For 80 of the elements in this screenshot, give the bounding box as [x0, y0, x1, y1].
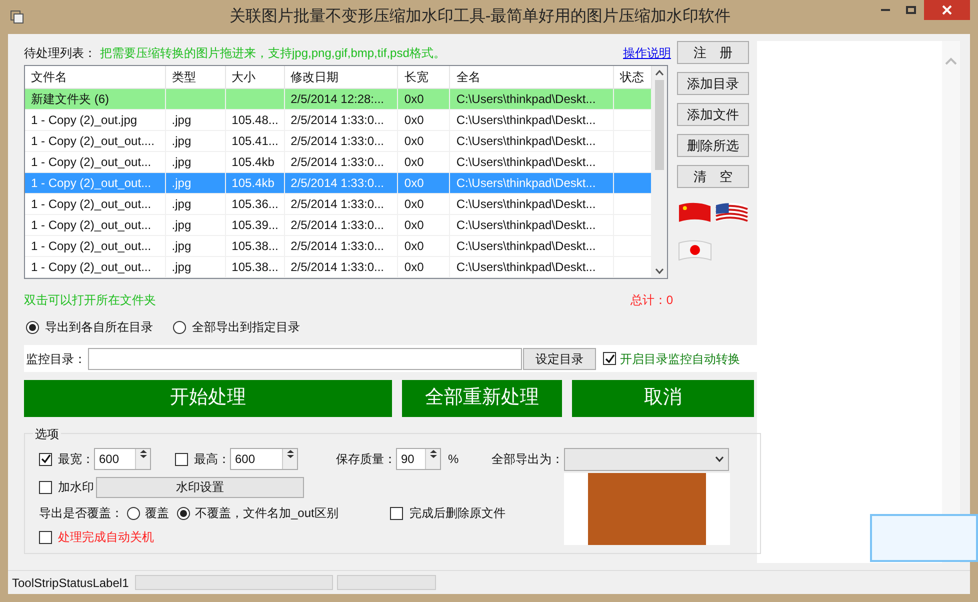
monitor-path-field[interactable] [88, 348, 522, 370]
chevron-down-icon[interactable] [655, 268, 664, 274]
checkbox[interactable] [39, 480, 52, 494]
list-label: 待处理列表： [24, 45, 96, 62]
table-row[interactable]: 新建文件夹 (6) 2/5/2014 12:28:... 0x0 C:\Users\thinkpad\Deskt... [25, 89, 652, 110]
quality-label: 保存质量： [336, 451, 396, 468]
action-button[interactable]: 开始处理 [24, 380, 392, 417]
drop-hint: 把需要压缩转换的图片拖进来，支持jpg,png,gif,bmp,tif,psd格式。 [100, 45, 446, 62]
monitor-label: 监控目录： [26, 350, 86, 368]
table-row[interactable]: 1 - Copy (2)_out_out... .jpg 105.4kb 2/5/2014 1:33:0... 0x0 C:\Users\thinkpad\Deskt... [25, 152, 652, 173]
action-button[interactable]: 全部重新处理 [402, 380, 562, 417]
table-cell: 2/5/2014 1:33:0... [284, 257, 398, 278]
table-row[interactable]: 1 - Copy (2)_out.jpg .jpg 105.48... 2/5/2014 1:33:0... 0x0 C:\Users\thinkpad\Deskt... [25, 110, 652, 131]
watermark-settings-button[interactable]: 水印设置 [96, 476, 304, 498]
column-header[interactable]: 大小 [226, 66, 285, 88]
delete-original-label: 完成后删除原文件 [409, 505, 506, 522]
table-cell: C:\Users\thinkpad\Deskt... [450, 257, 614, 278]
spinner-arrows-icon [282, 449, 297, 469]
side-button[interactable]: 添加文件 [677, 103, 749, 126]
number-field[interactable]: 600 [94, 448, 151, 470]
radio-label: 全部导出到指定目录 [192, 319, 300, 336]
chevron-up-icon[interactable] [655, 70, 664, 76]
side-button[interactable]: 删除所选 [677, 134, 749, 157]
status-label: ToolStripStatusLabel1 [12, 574, 130, 592]
table-cell: .jpg [166, 257, 226, 278]
percent-unit: % [448, 451, 459, 468]
chevron-down-icon [714, 456, 724, 462]
export-as-label: 全部导出为： [492, 451, 564, 468]
action-button[interactable]: 取消 [572, 380, 754, 417]
side-button[interactable]: 添加目录 [677, 72, 749, 95]
table-cell: 105.38... [226, 257, 285, 278]
max-width-label: 最宽： [58, 451, 94, 468]
side-button[interactable]: 清 空 [677, 165, 749, 188]
close-icon [942, 5, 952, 15]
checkbox[interactable] [39, 530, 52, 544]
number-field[interactable]: 90 [396, 448, 441, 470]
watermark-label: 加水印 [58, 479, 94, 496]
spinner-arrows-icon [135, 449, 150, 469]
table-row[interactable]: 1 - Copy (2)_out_out... .jpg 105.38... 2/5/2014 1:33:0... 0x0 C:\Users\thinkpad\Deskt... [25, 257, 652, 278]
max-height-label: 最高： [194, 451, 230, 468]
table-row[interactable]: 1 - Copy (2)_out_out... .jpg 105.36... 2/5/2014 1:33:0... 0x0 C:\Users\thinkpad\Deskt... [25, 194, 652, 215]
column-header[interactable]: 全名 [450, 66, 614, 88]
overwrite-label: 导出是否覆盖： [39, 505, 123, 522]
checkbox[interactable] [390, 506, 404, 520]
radio-button[interactable] [173, 320, 186, 334]
radio-label: 导出到各自所在目录 [45, 319, 153, 336]
column-header[interactable]: 类型 [166, 66, 226, 88]
table-row[interactable]: 1 - Copy (2)_out_out... .jpg 105.38... 2/5/2014 1:33:0... 0x0 C:\Users\thinkpad\Deskt... [25, 236, 652, 257]
app-icon [10, 10, 24, 24]
group-legend: 选项 [33, 425, 61, 443]
spinner-arrows-icon [425, 449, 440, 469]
auto-convert-label: 开启目录监控自动转换 [620, 350, 740, 368]
radio-button[interactable] [26, 320, 39, 334]
table-row[interactable]: 1 - Copy (2)_out_out.... .jpg 105.41... 2/5/2014 1:33:0... 0x0 C:\Users\thinkpad\Deskt... [25, 131, 652, 152]
column-header[interactable]: 长宽 [398, 66, 450, 88]
checkmark-icon [604, 354, 614, 364]
set-directory-button[interactable]: 设定目录 [523, 348, 596, 370]
shutdown-label: 处理完成自动关机 [58, 529, 154, 546]
open-folder-hint: 双击可以打开所在文件夹 [24, 292, 156, 309]
radio-label: 不覆盖，文件名加_out区别 [195, 505, 338, 522]
side-button[interactable]: 注 册 [677, 41, 749, 64]
column-header[interactable]: 修改日期 [284, 66, 398, 88]
column-header[interactable]: 文件名 [25, 66, 166, 88]
window-title: 关联图片批量不变形压缩加水印工具-最简单好用的图片压缩加水印软件 [228, 6, 732, 27]
radio-label: 覆盖 [145, 505, 169, 522]
table-row[interactable]: 1 - Copy (2)_out_out... .jpg 105.39... 2/5/2014 1:33:0... 0x0 C:\Users\thinkpad\Deskt... [25, 215, 652, 236]
checkbox[interactable] [603, 352, 616, 365]
number-field[interactable]: 600 [230, 448, 298, 470]
radio-button[interactable] [177, 506, 190, 520]
table-cell: 1 - Copy (2)_out_out... [25, 257, 166, 278]
help-link[interactable]: 操作说明 [623, 44, 671, 62]
close-button[interactable] [924, 0, 970, 20]
checkbox[interactable] [39, 452, 52, 466]
checkbox[interactable] [175, 452, 188, 466]
checkmark-icon [40, 454, 50, 464]
scrollbar[interactable] [652, 66, 667, 278]
total-count: 总计：0 [630, 292, 673, 309]
scrollbar[interactable] [942, 41, 960, 563]
table-cell: 0x0 [398, 257, 450, 278]
radio-button[interactable] [127, 506, 140, 520]
